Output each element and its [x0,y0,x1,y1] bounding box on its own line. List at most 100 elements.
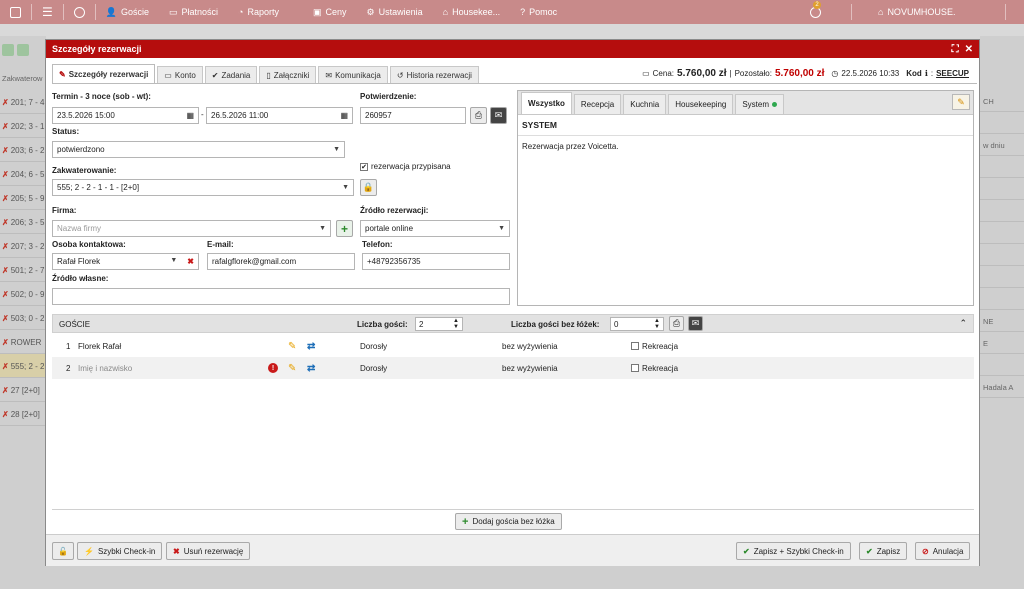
calendar-room-row[interactable]: ✗ 207; 3 - 2 [0,234,46,258]
guests-icon[interactable] [17,44,29,56]
swap-icon[interactable]: ⇄ [307,363,315,374]
calendar-cell [980,244,1024,266]
contact-select[interactable]: Rafał Florek ▼ ✖ [52,253,199,270]
send-email-button[interactable]: ✉ [490,107,507,124]
save-button[interactable]: ✔ Zapisz [859,542,908,560]
lock-button[interactable]: 🔒 [360,179,377,196]
calendar-room-row[interactable]: ✗ 28 [2+0] [0,402,46,426]
calendar-room-row[interactable]: ✗ 204; 6 - 5 [0,162,46,186]
reservation-details-dialog: Szczegóły rezerwacji ⛶ ✕ ✎ Szczegóły reze… [45,39,980,566]
calendar-background-left: Zakwaterow ✗ 201; 7 - 4 ✗ 202; 3 - 1 ✗ 203; 6… [0,36,46,589]
recreation-checkbox[interactable]: Rekreacja [631,364,678,373]
nav-help[interactable]: ? Pomoc [510,0,567,24]
guest-count-stepper[interactable]: 2 ▲ ▼ [415,317,463,331]
date-from-input[interactable]: 23.5.2026 15:00 ▦ [52,107,199,124]
company-select[interactable]: Nazwa firmy ▼ [52,220,331,237]
stats-nav[interactable] [64,0,95,24]
pencil-icon[interactable]: ✎ [288,363,296,374]
clear-icon[interactable]: ✖ [187,257,194,266]
delete-reservation-button[interactable]: ✖ Usuń rezerwację [166,542,251,560]
calendar-cell [980,266,1024,288]
lodging-select[interactable]: 555; 2 - 2 - 1 - 1 - [2+0] ▼ [52,179,354,196]
calendar-room-row[interactable]: ✗ 27 [2+0] [0,378,46,402]
collapse-chevron-icon[interactable]: ⌃ [959,318,967,329]
stepper-icon[interactable]: ▲ ▼ [453,318,459,330]
recreation-checkbox[interactable]: Rekreacja [631,342,678,351]
chevron-down-icon: ▼ [319,225,326,232]
print-button[interactable]: ⎙ [470,107,487,124]
nav-guests[interactable]: 👤 Goście [96,0,159,24]
email-field[interactable]: rafalgflorek@gmail.com [207,253,355,270]
calendar-nav[interactable] [0,0,31,24]
calendar-room-row[interactable]: ✗ 206; 3 - 5 [0,210,46,234]
phone-field[interactable]: +48792356735 [362,253,510,270]
cancel-reservation-button[interactable]: ⊘ Anulacja [915,542,971,560]
tab-details[interactable]: ✎ Szczegóły rezerwacji [52,64,156,83]
add-guest-without-bed-button[interactable]: + Dodaj gościa bez łóżka [455,513,562,530]
hotel-switcher[interactable]: ⌂ NOVUMHOUSE. [868,0,965,24]
nav-housekeeping[interactable]: ⌂ Housekee... [433,0,510,24]
guest-type: Dorosły [360,341,388,351]
swap-icon[interactable]: ⇄ [307,341,315,352]
tab-tasks[interactable]: ✔ Zadania [204,66,258,83]
calendar-room-row[interactable]: ✗ 201; 7 - 4 [0,90,46,114]
price-value: 5.760,00 zł [677,68,727,79]
money-icon: ▭ [164,70,172,80]
notes-tab-system[interactable]: System [735,94,785,114]
nav-prices[interactable]: ▣ Ceny [303,0,357,24]
calendar-room-row[interactable]: ✗ 203; 6 - 2 [0,138,46,162]
save-checkin-button[interactable]: ✔ Zapisz + Szybki Check-in [736,542,851,560]
reservation-summary: ▭ Cena: 5.760,00 zł | Pozostało: 5.760,0… [642,68,969,79]
calendar-icon[interactable]: ▦ [186,111,194,120]
close-icon[interactable]: ✕ [965,44,973,55]
guest-name[interactable]: Florek Rafał [78,342,121,351]
notes-tab-kitchen[interactable]: Kuchnia [623,94,667,114]
add-company-button[interactable]: + [336,220,353,237]
own-source-label: Źródło własne: [52,274,109,283]
stepper-icon[interactable]: ▲ ▼ [654,318,660,330]
ban-icon: ⊘ [922,546,929,556]
add-guest-icon[interactable] [2,44,14,56]
assigned-checkbox[interactable]: ✔ rezerwacja przypisana [360,162,451,171]
source-select[interactable]: portale online ▼ [360,220,510,237]
nav-payments[interactable]: ▭ Płatności [159,0,228,24]
notes-tab-housekeeping[interactable]: Housekeeping [668,94,734,114]
calendar-room-row[interactable]: ✗ 503; 0 - 2 [0,306,46,330]
tab-history[interactable]: ↺ Historia rezerwacji [389,66,479,83]
room-status-icon: ✗ [2,218,9,227]
print-guests-button[interactable]: ⎙ [669,316,684,331]
pencil-icon: ✎ [59,69,66,79]
own-source-input[interactable] [52,288,510,305]
status-select[interactable]: potwierdzono ▼ [52,141,345,158]
notes-tab-reception[interactable]: Recepcja [573,94,622,114]
calendar-room-row[interactable]: ✗ 555; 2 - 2 [0,354,46,378]
calendar-background-right: CH w dniu NE E Hadala A [980,36,1024,589]
reservation-code[interactable]: SEECUP [936,69,969,78]
calendar-room-row[interactable]: ✗ 501; 2 - 7 [0,258,46,282]
email-guests-button[interactable]: ✉ [688,316,703,331]
calendar-room-row[interactable]: ✗ 205; 5 - 9 [0,186,46,210]
calendar-cell [980,222,1024,244]
notes-tab-all[interactable]: Wszystko [521,92,572,114]
nobed-count-stepper[interactable]: 0 ▲ ▼ [610,317,664,331]
tab-communication[interactable]: ✉ Komunikacja [318,66,388,83]
calendar-icon[interactable]: ▦ [340,111,348,120]
list-nav[interactable]: ☰ [32,0,63,24]
confirmation-input[interactable]: 260957 [360,107,466,124]
tab-attachments[interactable]: ▯ Załączniki [259,66,317,83]
check-icon: ✔ [743,546,750,556]
calendar-room-row[interactable]: ✗ 202; 3 - 1 [0,114,46,138]
calendar-room-row[interactable]: ✗ ROWER [0,330,46,354]
tab-account[interactable]: ▭ Konto [157,66,203,83]
pencil-icon[interactable]: ✎ [288,341,296,352]
nav-settings[interactable]: ⚙ Ustawienia [357,0,433,24]
date-to-input[interactable]: 26.5.2026 11:00 ▦ [206,107,353,124]
maximize-icon[interactable]: ⛶ [952,44,959,55]
calendar-room-row[interactable]: ✗ 502; 0 - 9 [0,282,46,306]
quick-checkin-button[interactable]: ⚡ Szybki Check-in [77,542,163,560]
nav-reports[interactable]: ◔ Raporty [228,0,289,24]
room-status-icon: ✗ [2,122,9,131]
unlock-button[interactable]: 🔓 [52,542,74,560]
guest-name-placeholder[interactable]: Imię i nazwisko [78,364,132,373]
edit-notes-button[interactable]: ✎ [952,94,970,110]
